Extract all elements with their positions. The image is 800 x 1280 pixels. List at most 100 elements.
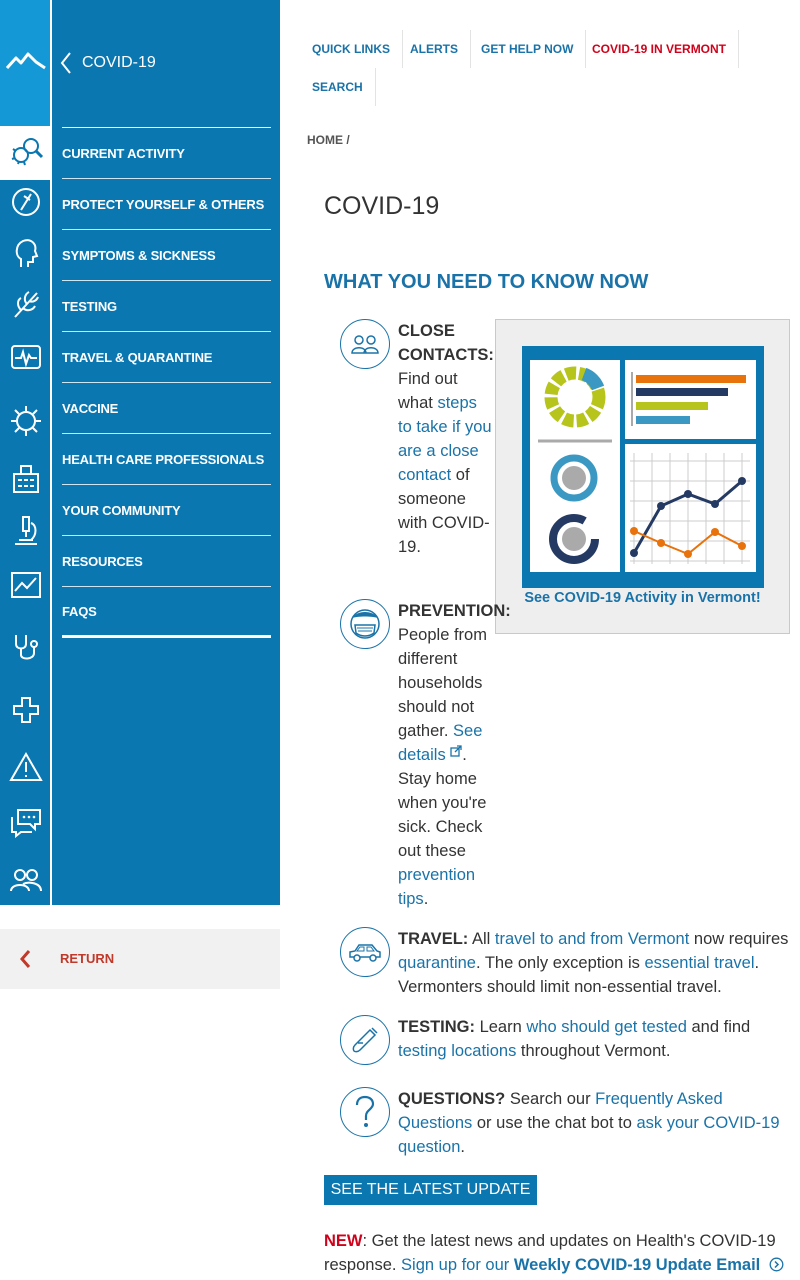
nav-item-vaccine[interactable]: VACCINE [62, 383, 271, 434]
virus-icon [11, 406, 41, 436]
testing-text-3: throughout Vermont. [516, 1042, 671, 1060]
nav-item-current-activity[interactable]: CURRENT ACTIVITY [62, 128, 271, 179]
prevention-tips-link[interactable]: prevention tips [398, 866, 475, 908]
travel-text-2: now requires [689, 930, 789, 948]
travel-vermont-link[interactable]: travel to and from Vermont [495, 930, 689, 948]
questions-text-2: or use the chat bot to [472, 1114, 637, 1132]
microscope-icon [15, 516, 37, 545]
chevron-left-icon [20, 950, 31, 968]
toplink-search[interactable]: SEARCH [300, 68, 376, 106]
nav-item-protect[interactable]: PROTECT YOURSELF & OTHERS [62, 179, 271, 230]
travel-text-3: . The only exception is [475, 954, 645, 972]
warning-icon [9, 752, 43, 781]
toplink-quick-links[interactable]: QUICK LINKS [300, 30, 403, 68]
testing-text-2: and find [686, 1018, 751, 1036]
circle-arrow-right-icon[interactable] [769, 1257, 784, 1272]
plus-icon [13, 697, 39, 723]
testing-text: TESTING: Learn who should get tested and… [398, 1015, 794, 1063]
travel-text: TRAVEL: All travel to and from Vermont n… [398, 927, 794, 999]
nav-title-label: COVID-19 [82, 54, 156, 71]
chat-icon [11, 809, 41, 838]
questions-label: QUESTIONS? [398, 1090, 506, 1108]
travel-label: TRAVEL: [398, 930, 469, 948]
rail-alerts[interactable] [0, 740, 52, 794]
rail-community[interactable] [0, 503, 52, 557]
testing-locations-link[interactable]: testing locations [398, 1042, 516, 1060]
stethoscope-icon [15, 635, 38, 660]
side-navigation: COVID-19 CURRENT ACTIVITY PROTECT YOURSE… [52, 0, 280, 905]
prevention-label: PREVENTION: [398, 602, 511, 620]
activity-card-link[interactable]: See COVID-19 Activity in Vermont! [496, 590, 789, 606]
section-title: WHAT YOU NEED TO KNOW NOW [324, 271, 649, 293]
testing-label: TESTING: [398, 1018, 475, 1036]
breadcrumb-home[interactable]: HOME [307, 133, 343, 147]
essential-travel-link[interactable]: essential travel [644, 954, 754, 972]
nav-item-resources[interactable]: RESOURCES [62, 536, 271, 587]
nav-item-faqs[interactable]: FAQS [62, 587, 271, 638]
prevention-mask-icon [340, 599, 390, 649]
rail-resources[interactable] [0, 558, 52, 612]
nav-back-covid19[interactable]: COVID-19 [52, 36, 280, 90]
prevention-text: PREVENTION: People from different househ… [398, 599, 511, 911]
nav-item-testing[interactable]: TESTING [62, 281, 271, 332]
toplink-get-help-now[interactable]: GET HELP NOW [469, 30, 587, 68]
page-title: COVID-19 [324, 192, 440, 220]
external-link-icon [450, 745, 462, 757]
rail-people[interactable] [0, 852, 52, 906]
question-mark-icon [340, 1087, 390, 1137]
questions-text-3: . [460, 1138, 465, 1156]
rail-vaccine[interactable] [0, 394, 52, 448]
nav-item-health-care[interactable]: HEALTH CARE PROFESSIONALS [62, 434, 271, 485]
quarantine-link[interactable]: quarantine [398, 954, 476, 972]
toplink-covid19-in-vermont[interactable]: COVID-19 IN VERMONT [580, 30, 740, 68]
people-icon [10, 869, 42, 892]
testing-text-1: Learn [475, 1018, 527, 1036]
breadcrumb: HOME / [307, 133, 350, 147]
shield-person-icon [12, 188, 40, 216]
news-signup: NEW: Get the latest news and updates on … [324, 1229, 794, 1277]
nav-item-travel[interactable]: TRAVEL & QUARANTINE [62, 332, 271, 383]
icon-rail [0, 0, 52, 905]
rail-travel[interactable] [0, 331, 52, 385]
building-icon [13, 465, 39, 493]
nav-list: CURRENT ACTIVITY PROTECT YOURSELF & OTHE… [62, 127, 271, 638]
prevention-text-3: . [423, 890, 429, 908]
chart-icon [11, 572, 41, 598]
covid-activity-dashboard-graphic [522, 346, 764, 588]
see-latest-update-button[interactable]: SEE THE LATEST UPDATE [324, 1175, 537, 1205]
questions-text-1: Search our [505, 1090, 596, 1108]
rail-chat[interactable] [0, 796, 52, 850]
nav-item-symptoms[interactable]: SYMPTOMS & SICKNESS [62, 230, 271, 281]
rail-symptoms[interactable] [0, 226, 52, 280]
travel-text-1: All [468, 930, 495, 948]
rail-current-activity[interactable] [0, 126, 52, 180]
who-should-get-tested-link[interactable]: who should get tested [526, 1018, 687, 1036]
return-label: RETURN [60, 951, 115, 966]
toplink-alerts[interactable]: ALERTS [398, 30, 471, 68]
rail-plus[interactable] [0, 683, 52, 737]
close-contacts-icon [340, 319, 390, 369]
nav-item-community[interactable]: YOUR COMMUNITY [62, 485, 271, 536]
activity-card[interactable]: See COVID-19 Activity in Vermont! [495, 319, 790, 634]
chevron-left-icon [60, 52, 71, 74]
new-badge: NEW [324, 1232, 363, 1250]
return-button[interactable]: RETURN [0, 929, 280, 989]
virus-magnifier-icon [11, 138, 44, 166]
close-contacts-label: CLOSE CONTACTS: [398, 322, 494, 364]
vermont-mountain-logo-icon [6, 52, 46, 70]
questions-text: QUESTIONS? Search our Frequently Asked Q… [398, 1087, 794, 1159]
testing-swab-icon [340, 1015, 390, 1065]
close-contacts-text: CLOSE CONTACTS: Find out what steps to t… [398, 319, 494, 559]
signup-link[interactable]: Sign up for our [401, 1256, 514, 1274]
travel-car-icon [340, 927, 390, 977]
leaf-icon [14, 291, 39, 318]
rail-testing[interactable] [0, 277, 52, 331]
breadcrumb-separator: / [346, 133, 350, 147]
weekly-email-link[interactable]: Weekly COVID-19 Update Email [514, 1256, 760, 1274]
rail-faqs[interactable] [0, 620, 52, 674]
home-logo-tile[interactable] [0, 0, 52, 128]
rail-protect[interactable] [0, 175, 52, 229]
rail-health-care[interactable] [0, 451, 52, 505]
head-profile-icon [15, 239, 39, 267]
heart-monitor-icon [11, 345, 41, 369]
